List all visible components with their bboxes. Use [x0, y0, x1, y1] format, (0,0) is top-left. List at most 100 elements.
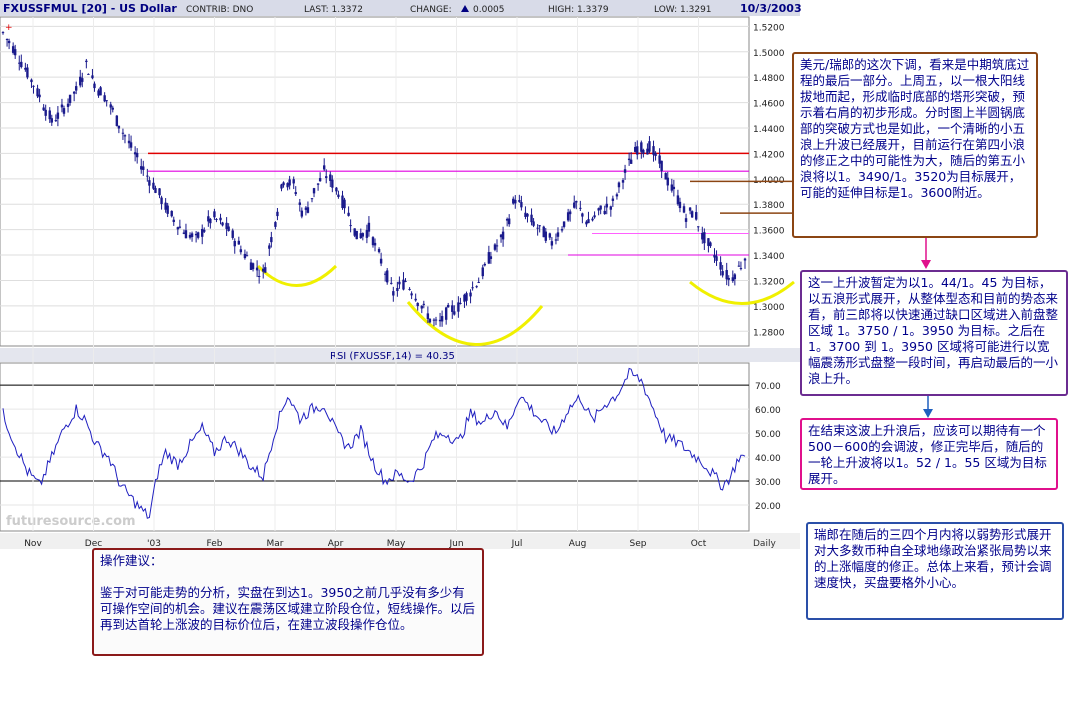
candle-body-63 [129, 142, 133, 148]
candle-body-297 [605, 203, 608, 208]
header-high: HIGH: 1.3379 [548, 5, 609, 15]
candle-body-264 [538, 225, 541, 227]
analysis-note-wave-target: 这一上升波暂定为以1。44/1。45 为目标，以五浪形式展开，从整体型态和目前的… [800, 270, 1068, 396]
rsi-tick-label-4: 60.00 [755, 406, 781, 416]
candle-body-270 [550, 241, 554, 246]
candle-body-276 [562, 221, 566, 227]
candle-body-234 [477, 282, 480, 284]
candle-body-21 [44, 109, 47, 116]
candle-body-93 [190, 233, 194, 237]
candle-body-200 [408, 288, 411, 290]
candle-body-324 [660, 160, 663, 171]
candle-body-275 [560, 229, 564, 231]
candle-body-246 [501, 231, 505, 240]
candle-body-42 [87, 73, 90, 75]
candle-body-272 [554, 239, 558, 241]
candle-body-231 [471, 287, 474, 289]
candle-body-228 [465, 293, 468, 301]
candle-body-204 [416, 302, 419, 307]
candle-body-288 [587, 219, 590, 224]
header-symbol: FXUSSFMUL [20] - US Dollar [3, 2, 177, 15]
header-contrib: CONTRIB: DNO [186, 5, 253, 15]
candle-body-177 [361, 233, 365, 237]
candle-body-33 [68, 94, 72, 103]
candle-body-299 [609, 206, 613, 210]
rsi-tick-label-5: 70.00 [755, 382, 781, 392]
candle-body-321 [654, 153, 657, 157]
candle-body-318 [648, 141, 651, 152]
candle-body-36 [74, 86, 78, 91]
candle-body-156 [318, 178, 322, 182]
candle-body-134 [274, 222, 277, 227]
candle-body-342 [697, 226, 700, 228]
candle-body-306 [623, 169, 627, 173]
candle-body-26 [54, 120, 58, 122]
rsi-tick-label-1: 30.00 [755, 478, 781, 488]
candle-body-120 [245, 255, 249, 257]
candle-body-201 [410, 293, 413, 296]
analysis-note-wave-target-text: 这一上升波暂定为以1。44/1。45 为目标，以五浪形式展开，从整体型态和目前的… [808, 275, 1059, 386]
candle-body-45 [93, 83, 96, 89]
connector-arrow-head-1 [921, 260, 931, 269]
candle-body-330 [672, 186, 676, 190]
candle-body-165 [337, 194, 340, 197]
analysis-note-correction-text: 在结束这波上升浪后，应该可以期待有一个500－600的会调波，修正完毕后，随后的… [808, 423, 1047, 486]
candle-body-281 [573, 202, 576, 208]
trading-advice-note: 操作建议： 鉴于对可能走势的分析，实盘在到达1。3950之前几乎没有多少有可操作… [92, 548, 484, 656]
candle-body-32 [66, 103, 70, 107]
analysis-note-outlook: 瑞郎在随后的三四个月内将以弱势形式展开对大多数币种自全球地缘政治紧张局势以来的上… [806, 522, 1064, 620]
candle-body-363 [739, 268, 743, 270]
candle-body-99 [203, 229, 206, 232]
candle-body-327 [666, 177, 669, 186]
candle-body-150 [306, 207, 310, 213]
rsi-tick-label-2: 40.00 [755, 454, 781, 464]
candle-body-357 [727, 277, 730, 280]
candle-body-290 [591, 218, 594, 221]
candle-body-351 [715, 256, 718, 261]
candle-body-102 [209, 218, 212, 224]
price-tick-label-2: 1.3200 [753, 277, 785, 287]
x-tick-label-10: Sep [630, 539, 647, 549]
candle-body-191 [390, 282, 393, 284]
candle-body-164 [335, 187, 338, 192]
candle-body-285 [581, 213, 584, 217]
price-tick-label-3: 1.3400 [753, 252, 785, 262]
price-tick-label-0: 1.2800 [753, 328, 785, 338]
candle-body-198 [404, 280, 407, 282]
candle-body-111 [227, 226, 230, 231]
candle-body-192 [392, 291, 395, 296]
candle-body-72 [148, 180, 151, 186]
candle-body-84 [172, 219, 175, 223]
candle-body-185 [377, 248, 381, 253]
candle-body-81 [166, 205, 169, 214]
candle-body-225 [459, 302, 462, 304]
rsi-tick-label-3: 50.00 [755, 430, 781, 440]
candle-body-209 [426, 313, 430, 320]
candle-body-83 [170, 210, 173, 217]
candle-body-107 [219, 217, 222, 221]
candle-body-186 [379, 258, 383, 264]
candle-body-252 [514, 199, 517, 204]
candle-body-302 [615, 194, 619, 197]
connector-arrow-head-2 [923, 409, 933, 418]
analysis-note-outlook-text: 瑞郎在随后的三四个月内将以弱势形式展开对大多数币种自全球地缘政治紧张局势以来的上… [814, 527, 1052, 590]
candle-body-338 [688, 207, 692, 211]
candle-body-210 [428, 318, 432, 323]
candle-body-138 [282, 182, 285, 186]
candle-body-279 [568, 211, 572, 215]
header-last: LAST: 1.3372 [304, 5, 363, 15]
candle-body-30 [62, 108, 66, 114]
candle-body-189 [386, 270, 389, 283]
rsi-tick-label-0: 20.00 [755, 502, 781, 512]
candle-body-54 [111, 107, 114, 110]
x-tick-label-9: Aug [569, 539, 587, 549]
start-marker: + [5, 23, 13, 33]
candle-body-237 [483, 263, 486, 266]
candle-body-78 [160, 197, 163, 204]
candle-body-35 [72, 91, 76, 94]
candle-body-141 [288, 179, 291, 186]
price-tick-label-1: 1.3000 [753, 303, 785, 313]
analysis-note-bottoming-text: 美元/瑞郎的这次下调，看来是中期筑底过程的最后一部分。上周五，以一根大阳线拔地而… [800, 57, 1030, 200]
candle-body-284 [579, 207, 582, 209]
candle-body-255 [520, 201, 523, 208]
